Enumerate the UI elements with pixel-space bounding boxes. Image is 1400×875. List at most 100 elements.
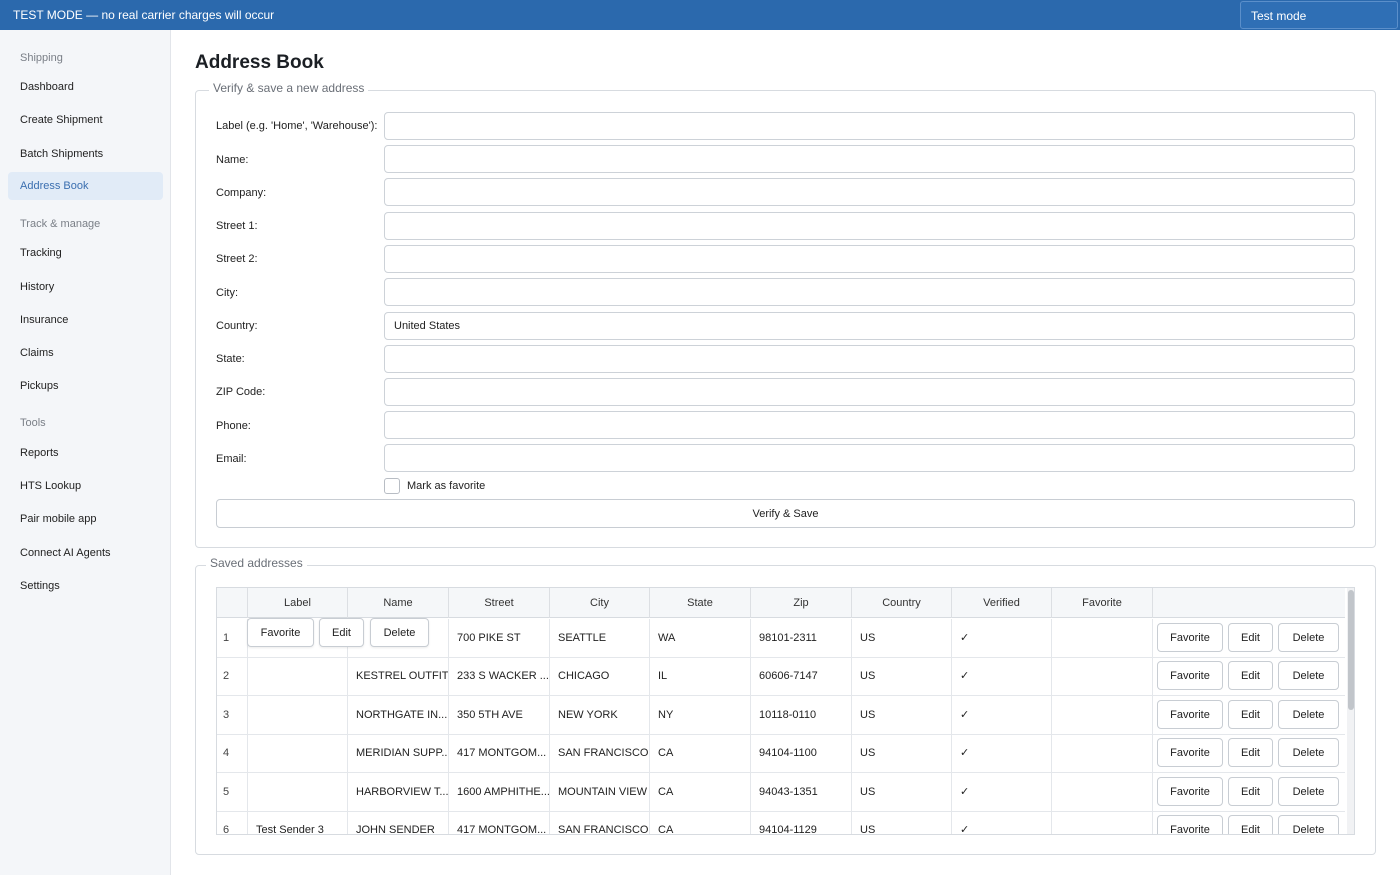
sidebar-item-hts-lookup[interactable]: HTS Lookup: [8, 472, 163, 500]
column-header-country[interactable]: Country: [852, 588, 952, 618]
row-edit-button[interactable]: Edit: [1228, 815, 1273, 834]
country-select[interactable]: [384, 312, 1355, 340]
street2-field[interactable]: [384, 245, 1355, 273]
table-row[interactable]: 4 MERIDIAN SUPP... 417 MONTGOM... SAN FRANC…: [217, 734, 1345, 773]
country-field-label: Country:: [216, 320, 258, 332]
cell-verified: ✓: [952, 619, 1052, 657]
state-field[interactable]: [384, 345, 1355, 373]
row-delete-button[interactable]: Delete: [1278, 738, 1339, 767]
table-header: Label Name Street City State Zip Country…: [217, 588, 1345, 618]
cell-label: [248, 734, 348, 772]
table-row[interactable]: 2 KESTREL OUTFIT... 233 S WACKER ... CHICAG…: [217, 657, 1345, 696]
column-header-city[interactable]: City: [550, 588, 650, 618]
row-1-floating-edit-button[interactable]: Edit: [319, 618, 364, 647]
sidebar-item-history[interactable]: History: [8, 273, 163, 301]
cell-street: 417 MONTGOM...: [449, 734, 550, 772]
sidebar-item-insurance[interactable]: Insurance: [8, 306, 163, 334]
column-header-favorite[interactable]: Favorite: [1052, 588, 1153, 618]
row-delete-button[interactable]: Delete: [1278, 623, 1339, 652]
sidebar: Shipping Dashboard Create Shipment Batch…: [0, 30, 171, 875]
row-favorite-button[interactable]: Favorite: [1157, 661, 1223, 690]
company-field-label: Company:: [216, 187, 267, 199]
column-header-verified[interactable]: Verified: [952, 588, 1052, 618]
company-field[interactable]: [384, 178, 1355, 206]
column-header-street[interactable]: Street: [449, 588, 550, 618]
mark-favorite-checkbox[interactable]: [384, 478, 400, 494]
table-row[interactable]: 6 Test Sender 3 JOHN SENDER 417 MONTGOM... S…: [217, 811, 1345, 834]
sidebar-item-pickups[interactable]: Pickups: [8, 372, 163, 400]
zip-field[interactable]: [384, 378, 1355, 406]
row-delete-button[interactable]: Delete: [1278, 661, 1339, 690]
sidebar-item-connect-ai-agents[interactable]: Connect AI Agents: [8, 539, 163, 567]
sidebar-item-dashboard[interactable]: Dashboard: [8, 73, 163, 101]
cell-city: SAN FRANCISCO: [550, 734, 650, 772]
table-scrollbar-thumb[interactable]: [1348, 590, 1354, 710]
sidebar-section-track-manage: Track & manage: [20, 218, 101, 230]
cell-country: US: [852, 734, 952, 772]
city-field[interactable]: [384, 278, 1355, 306]
table-row[interactable]: 5 HARBORVIEW T... 1600 AMPHITHE... MOUNTAIN…: [217, 773, 1345, 812]
cell-zip: 94104-1100: [751, 734, 852, 772]
row-favorite-button[interactable]: Favorite: [1157, 815, 1223, 834]
sidebar-item-tracking[interactable]: Tracking: [8, 239, 163, 267]
cell-label: [248, 696, 348, 734]
row-delete-button[interactable]: Delete: [1278, 777, 1339, 806]
cell-favorite: [1052, 696, 1153, 734]
row-favorite-button[interactable]: Favorite: [1157, 738, 1223, 767]
cell-favorite: [1052, 619, 1153, 657]
page-title: Address Book: [195, 52, 324, 73]
phone-field[interactable]: [384, 411, 1355, 439]
row-delete-button[interactable]: Delete: [1278, 815, 1339, 834]
cell-zip: 10118-0110: [751, 696, 852, 734]
mode-select[interactable]: Test mode: [1240, 1, 1398, 29]
test-mode-banner-text: TEST MODE — no real carrier charges will…: [13, 8, 275, 22]
row-delete-button[interactable]: Delete: [1278, 700, 1339, 729]
cell-favorite: [1052, 811, 1153, 834]
column-header-label[interactable]: Label: [248, 588, 348, 618]
mark-favorite-label: Mark as favorite: [407, 480, 486, 492]
sidebar-item-reports[interactable]: Reports: [8, 439, 163, 467]
table-scrollbar[interactable]: [1347, 588, 1354, 834]
sidebar-item-address-book[interactable]: Address Book: [8, 172, 163, 200]
cell-label: [248, 657, 348, 695]
column-header-zip[interactable]: Zip: [751, 588, 852, 618]
cell-country: US: [852, 657, 952, 695]
cell-zip: 98101-2311: [751, 619, 852, 657]
sidebar-item-claims[interactable]: Claims: [8, 339, 163, 367]
cell-index: 5: [217, 773, 248, 811]
column-header-name[interactable]: Name: [348, 588, 449, 618]
sidebar-item-pair-mobile-app[interactable]: Pair mobile app: [8, 505, 163, 533]
cell-index: 2: [217, 657, 248, 695]
sidebar-item-create-shipment[interactable]: Create Shipment: [8, 106, 163, 134]
street2-field-label: Street 2:: [216, 253, 258, 265]
row-1-floating-delete-button[interactable]: Delete: [370, 618, 429, 647]
name-field[interactable]: [384, 145, 1355, 173]
verify-save-button[interactable]: Verify & Save: [216, 499, 1355, 528]
table-row[interactable]: 3 NORTHGATE IN... 350 5TH AVE NEW YORK NY 101…: [217, 696, 1345, 735]
saved-addresses-legend: Saved addresses: [206, 556, 307, 570]
row-edit-button[interactable]: Edit: [1228, 623, 1273, 652]
label-field[interactable]: [384, 112, 1355, 140]
row-1-floating-favorite-button[interactable]: Favorite: [247, 618, 314, 647]
row-favorite-button[interactable]: Favorite: [1157, 623, 1223, 652]
street1-field[interactable]: [384, 212, 1355, 240]
cell-city: CHICAGO: [550, 657, 650, 695]
row-edit-button[interactable]: Edit: [1228, 700, 1273, 729]
cell-street: 1600 AMPHITHE...: [449, 773, 550, 811]
sidebar-item-batch-shipments[interactable]: Batch Shipments: [8, 140, 163, 168]
column-header-state[interactable]: State: [650, 588, 751, 618]
cell-country: US: [852, 619, 952, 657]
row-edit-button[interactable]: Edit: [1228, 661, 1273, 690]
cell-name: NORTHGATE IN...: [348, 696, 449, 734]
row-favorite-button[interactable]: Favorite: [1157, 777, 1223, 806]
cell-zip: 60606-7147: [751, 657, 852, 695]
row-favorite-button[interactable]: Favorite: [1157, 700, 1223, 729]
row-edit-button[interactable]: Edit: [1228, 777, 1273, 806]
sidebar-item-settings[interactable]: Settings: [8, 572, 163, 600]
cell-state: CA: [650, 811, 751, 834]
email-field[interactable]: [384, 444, 1355, 472]
cell-favorite: [1052, 773, 1153, 811]
cell-street: 417 MONTGOM...: [449, 811, 550, 834]
row-edit-button[interactable]: Edit: [1228, 738, 1273, 767]
cell-name: KESTREL OUTFIT...: [348, 657, 449, 695]
